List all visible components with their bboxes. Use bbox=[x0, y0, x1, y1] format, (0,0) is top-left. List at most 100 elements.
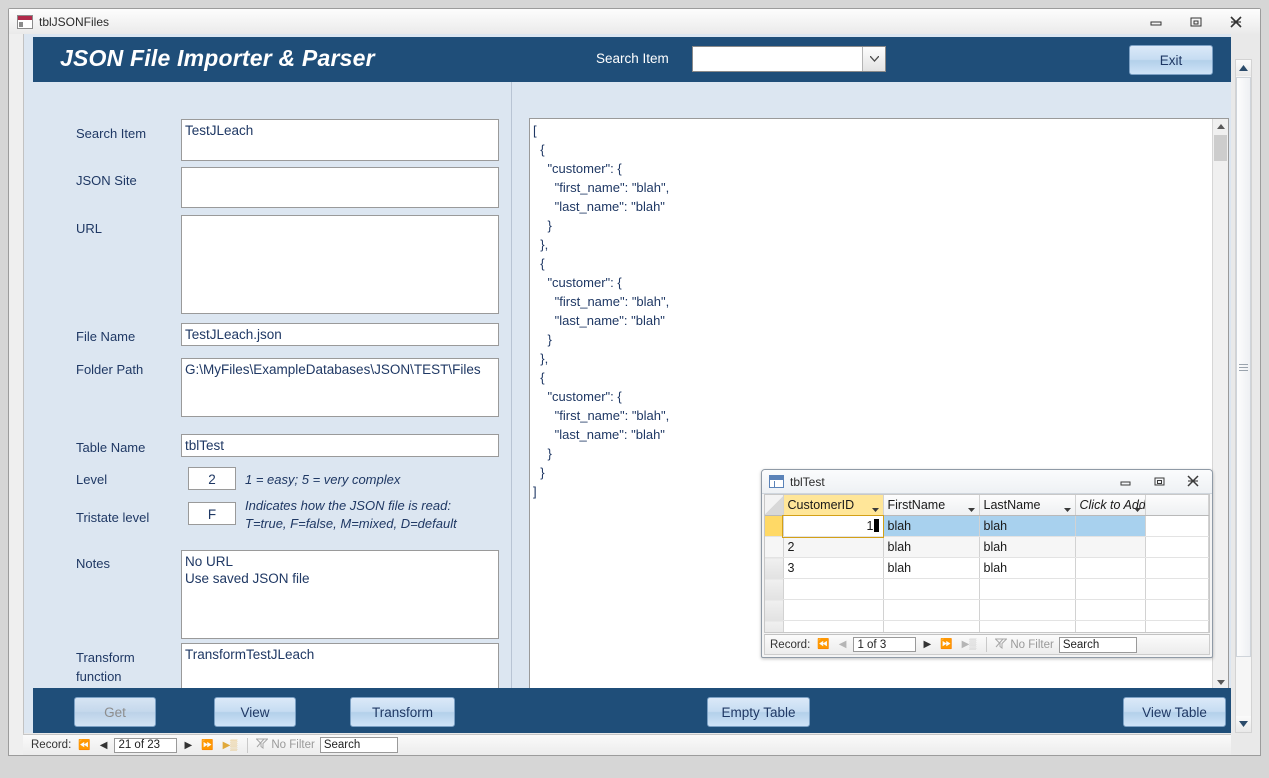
file-name-field[interactable]: TestJLeach.json bbox=[181, 323, 499, 346]
next-record-icon[interactable]: ▶ bbox=[921, 639, 933, 650]
notes-field-label: Notes bbox=[76, 556, 110, 571]
last-record-icon[interactable]: ⏩ bbox=[199, 740, 215, 751]
cell-empty bbox=[1075, 578, 1146, 600]
restore-icon[interactable] bbox=[1176, 10, 1216, 34]
chevron-down-icon[interactable] bbox=[871, 501, 879, 515]
column-header-lastname-label: LastName bbox=[983, 498, 1041, 512]
scroll-up-icon[interactable] bbox=[1213, 119, 1228, 134]
json-content-text: [ { "customer": { "first_name": "blah", … bbox=[533, 123, 670, 499]
get-button[interactable]: Get bbox=[74, 697, 156, 727]
datasheet-window-controls bbox=[1108, 470, 1210, 493]
datasheet-grid[interactable]: CustomerID FirstName LastName Click to A… bbox=[764, 494, 1210, 633]
folder-path-field-label: Folder Path bbox=[76, 362, 144, 377]
search-input[interactable] bbox=[693, 47, 866, 71]
table-row[interactable]: 2 blah blah bbox=[765, 536, 1209, 558]
transform-function-field[interactable]: TransformTestJLeach bbox=[181, 643, 499, 690]
cell-click-to-add[interactable] bbox=[1075, 557, 1146, 579]
cell-click-to-add[interactable] bbox=[1075, 536, 1146, 558]
form-vertical-scrollbar[interactable] bbox=[1235, 59, 1252, 733]
form-scroll-down-icon[interactable] bbox=[1236, 716, 1251, 732]
column-header-firstname[interactable]: FirstName bbox=[883, 495, 980, 516]
table-name-field-label: Table Name bbox=[76, 440, 146, 455]
row-selector[interactable] bbox=[765, 620, 784, 632]
folder-path-field[interactable]: G:\MyFiles\ExampleDatabases\JSON\TEST\Fi… bbox=[181, 358, 499, 417]
cell-filler bbox=[1145, 578, 1209, 600]
cell-empty bbox=[979, 599, 1076, 621]
json-vertical-scrollbar[interactable] bbox=[1212, 119, 1228, 690]
form-filter-toggle[interactable]: No Filter bbox=[255, 738, 315, 752]
column-header-customerid[interactable]: CustomerID bbox=[783, 495, 884, 516]
cell-customerid[interactable]: 1 bbox=[782, 514, 884, 538]
close-icon[interactable] bbox=[1216, 10, 1256, 34]
table-row[interactable]: 3 blah blah bbox=[765, 557, 1209, 579]
chevron-down-icon[interactable] bbox=[1063, 501, 1071, 515]
table-row[interactable]: 1 blah blah bbox=[765, 514, 1209, 538]
column-header-lastname[interactable]: LastName bbox=[979, 495, 1076, 516]
datasheet-restore-icon[interactable] bbox=[1142, 470, 1176, 492]
datasheet-table: CustomerID FirstName LastName Click to A… bbox=[765, 495, 1209, 632]
notes-field[interactable]: No URL Use saved JSON file bbox=[181, 550, 499, 639]
datasheet-close-icon[interactable] bbox=[1176, 470, 1210, 492]
level-field[interactable]: 2 bbox=[188, 467, 236, 490]
last-record-icon[interactable]: ⏩ bbox=[938, 639, 954, 650]
cell-firstname[interactable]: blah bbox=[883, 557, 980, 579]
chevron-down-icon[interactable] bbox=[1133, 501, 1141, 515]
tristate-level-field[interactable]: F bbox=[188, 502, 236, 525]
cell-customerid[interactable]: 3 bbox=[783, 557, 884, 579]
table-form-icon bbox=[17, 14, 33, 29]
row-selector[interactable] bbox=[765, 557, 784, 579]
minimize-icon[interactable] bbox=[1136, 10, 1176, 34]
row-selector[interactable] bbox=[765, 578, 784, 600]
first-record-icon[interactable]: ⏪ bbox=[76, 740, 92, 751]
new-record-icon[interactable]: ▶▒ bbox=[221, 740, 240, 751]
url-field[interactable] bbox=[181, 215, 499, 314]
table-row-empty bbox=[765, 620, 1209, 632]
form-scrollbar-thumb[interactable] bbox=[1236, 77, 1251, 657]
cell-customerid[interactable]: 2 bbox=[783, 536, 884, 558]
chevron-down-icon[interactable] bbox=[862, 47, 885, 71]
cell-lastname[interactable]: blah bbox=[979, 536, 1076, 558]
exit-button[interactable]: Exit bbox=[1129, 45, 1213, 75]
datasheet-search-input[interactable]: Search bbox=[1058, 636, 1137, 653]
search-item-combobox[interactable] bbox=[692, 46, 886, 72]
form-record-position[interactable]: 21 of 23 bbox=[114, 737, 178, 753]
previous-record-icon[interactable]: ◀ bbox=[98, 740, 110, 751]
transform-button[interactable]: Transform bbox=[350, 697, 455, 727]
select-all-corner[interactable] bbox=[765, 495, 784, 516]
table-name-field[interactable]: tblTest bbox=[181, 434, 499, 457]
cell-lastname[interactable]: blah bbox=[979, 515, 1076, 537]
json-scrollbar-thumb[interactable] bbox=[1214, 135, 1227, 161]
datasheet-record-label: Record: bbox=[770, 638, 811, 651]
text-caret bbox=[873, 519, 879, 532]
json-site-field[interactable] bbox=[181, 167, 499, 208]
datasheet-minimize-icon[interactable] bbox=[1108, 470, 1142, 492]
row-selector[interactable] bbox=[765, 599, 784, 621]
cell-click-to-add[interactable] bbox=[1075, 515, 1146, 537]
level-field-label: Level bbox=[76, 472, 108, 487]
column-header-click-to-add[interactable]: Click to Add bbox=[1075, 495, 1146, 516]
cell-lastname[interactable]: blah bbox=[979, 557, 1076, 579]
row-selector[interactable] bbox=[765, 515, 784, 537]
new-record-icon[interactable]: ▶▒ bbox=[960, 639, 979, 650]
next-record-icon[interactable]: ▶ bbox=[182, 740, 194, 751]
datasheet-window: tblTest CustomerID FirstName LastName Cl… bbox=[761, 469, 1213, 658]
cell-firstname[interactable]: blah bbox=[883, 515, 980, 537]
previous-record-icon[interactable]: ◀ bbox=[837, 639, 849, 650]
view-button[interactable]: View bbox=[214, 697, 296, 727]
datasheet-record-position[interactable]: 1 of 3 bbox=[853, 637, 917, 652]
row-selector[interactable] bbox=[765, 536, 784, 558]
search-item-field[interactable]: TestJLeach bbox=[181, 119, 499, 161]
datasheet-filter-label: No Filter bbox=[1010, 638, 1054, 651]
table-row-empty bbox=[765, 578, 1209, 600]
empty-table-button[interactable]: Empty Table bbox=[707, 697, 810, 727]
cell-firstname[interactable]: blah bbox=[883, 536, 980, 558]
datasheet-filter-toggle[interactable]: No Filter bbox=[994, 638, 1054, 652]
chevron-down-icon[interactable] bbox=[967, 501, 975, 515]
cell-empty bbox=[883, 599, 980, 621]
cell-empty bbox=[979, 578, 1076, 600]
form-search-input[interactable]: Search bbox=[319, 737, 398, 753]
form-record-label: Record: bbox=[31, 739, 72, 751]
form-scroll-up-icon[interactable] bbox=[1236, 60, 1251, 76]
view-table-button[interactable]: View Table bbox=[1123, 697, 1226, 727]
first-record-icon[interactable]: ⏪ bbox=[815, 639, 831, 650]
